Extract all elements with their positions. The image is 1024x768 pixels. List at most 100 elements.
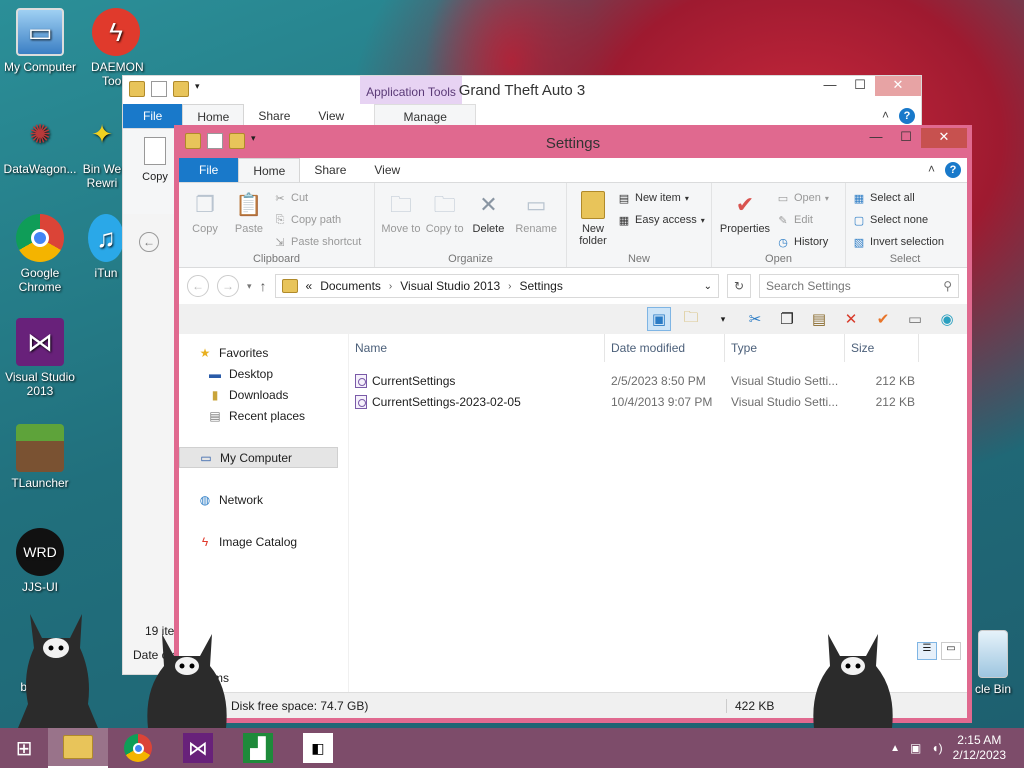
help-icon[interactable]: ?: [899, 108, 915, 124]
column-type[interactable]: Type: [725, 334, 845, 362]
breadcrumb-documents[interactable]: Documents: [320, 279, 381, 293]
title-bar[interactable]: ▾ Application Tools Grand Theft Auto 3 —…: [123, 76, 921, 104]
taskbar-visual-studio[interactable]: ⋈: [168, 728, 228, 768]
network-icon: ◍: [199, 492, 211, 507]
desktop-icon-visual-studio[interactable]: ⋈ Visual Studio 2013: [0, 318, 80, 398]
taskbar-app[interactable]: ◧: [288, 728, 348, 768]
taskbar-chrome[interactable]: [108, 728, 168, 768]
chevron-up-icon[interactable]: ˄: [928, 162, 935, 178]
search-icon: ⚲: [943, 279, 952, 293]
open-button[interactable]: ▭ Open ▾: [776, 189, 829, 207]
chevron-up-icon[interactable]: ˄: [882, 108, 889, 124]
column-name[interactable]: Name: [349, 334, 605, 362]
file-row[interactable]: CurrentSettings-2023-02-05 10/4/2013 9:0…: [349, 391, 967, 412]
search-placeholder: Search Settings: [766, 279, 851, 293]
nav-desktop[interactable]: ▬ Desktop: [179, 363, 348, 384]
group-new: New folder ▤ New item ▾ ▦ Easy access ▾ New: [567, 183, 712, 267]
close-button[interactable]: ✕: [875, 76, 921, 96]
help-icon[interactable]: ?: [945, 162, 961, 178]
nav-my-computer[interactable]: ▭ My Computer: [179, 447, 338, 468]
file-row[interactable]: CurrentSettings 2/5/2023 8:50 PM Visual …: [349, 370, 967, 391]
chevron-down-icon[interactable]: ⌄: [704, 281, 712, 292]
folder-options-icon[interactable]: 🗀: [679, 307, 703, 331]
desktop-icon-label: cle Bin: [974, 682, 1012, 696]
chevron-right-icon[interactable]: ›: [508, 281, 511, 292]
copy-path-button[interactable]: ⎘ Copy path: [273, 211, 361, 229]
tab-view[interactable]: View: [360, 158, 414, 182]
address-bar[interactable]: « Documents › Visual Studio 2013 › Setti…: [274, 274, 719, 298]
start-button[interactable]: ⊞: [0, 728, 48, 768]
select-none-button[interactable]: ▢ Select none: [852, 211, 944, 229]
paste-icon[interactable]: ▤: [807, 307, 831, 331]
forward-button[interactable]: →: [217, 275, 239, 297]
tray-overflow-icon[interactable]: ▲: [890, 743, 900, 754]
nav-favorites[interactable]: ★ Favorites: [179, 342, 348, 363]
shell-icon[interactable]: ◉: [935, 307, 959, 331]
rename-icon[interactable]: ▭: [903, 307, 927, 331]
column-date-modified[interactable]: Date modified: [605, 334, 725, 362]
copy-icon[interactable]: ❐: [775, 307, 799, 331]
tab-file[interactable]: File: [179, 158, 239, 182]
back-button[interactable]: ←: [139, 232, 159, 252]
preview-pane-icon[interactable]: ▣: [647, 307, 671, 331]
cut-icon[interactable]: ✂: [743, 307, 767, 331]
details-view-icon[interactable]: ☰: [917, 642, 937, 660]
nav-downloads[interactable]: ▮ Downloads: [179, 384, 348, 405]
search-input[interactable]: Search Settings ⚲: [759, 274, 959, 298]
refresh-button[interactable]: ↻: [727, 274, 751, 298]
back-copy-button[interactable]: Copy: [135, 137, 175, 183]
recent-locations-icon[interactable]: ▾: [247, 281, 252, 292]
properties-check-icon[interactable]: ✔: [871, 307, 895, 331]
tab-share[interactable]: Share: [300, 158, 360, 182]
computer-icon: ▭: [16, 8, 64, 56]
minimize-button[interactable]: —: [815, 76, 845, 96]
desktop-icon-jjs-ui[interactable]: WRD JJS-UI: [0, 528, 80, 594]
large-icons-view-icon[interactable]: ▭: [941, 642, 961, 660]
back-button[interactable]: ←: [187, 275, 209, 297]
paste-shortcut-button[interactable]: ⇲ Paste shortcut: [273, 233, 361, 251]
easy-access-button[interactable]: ▦ Easy access ▾: [617, 211, 705, 229]
folder-icon: [281, 279, 298, 293]
select-all-button[interactable]: ▦ Select all: [852, 189, 944, 207]
taskbar-file-explorer[interactable]: [48, 728, 108, 768]
nav-network[interactable]: ◍ Network: [179, 489, 348, 510]
breadcrumb-settings[interactable]: Settings: [519, 279, 562, 293]
paste-shortcut-icon: ⇲: [275, 236, 285, 249]
up-button[interactable]: ↑: [260, 278, 267, 294]
desktop-icon-google-chrome[interactable]: Google Chrome: [0, 214, 80, 294]
taskbar-stock-app[interactable]: ▟: [228, 728, 288, 768]
address-overflow[interactable]: «: [306, 279, 313, 293]
nav-image-catalog[interactable]: ϟ Image Catalog: [179, 531, 348, 552]
chevron-right-icon[interactable]: ›: [389, 281, 392, 292]
minimize-button[interactable]: —: [861, 128, 891, 148]
clock[interactable]: 2:15 AM 2/12/2023: [953, 733, 1006, 763]
desktop-icon-label: Bin We Rewri: [82, 162, 122, 190]
tab-home[interactable]: Home: [238, 158, 301, 182]
desktop-icon-itunes[interactable]: ♫ iTun: [88, 214, 124, 280]
desktop-icon-tlauncher[interactable]: TLauncher: [0, 424, 80, 490]
clock-time: 2:15 AM: [957, 733, 1002, 747]
breadcrumb-visual-studio[interactable]: Visual Studio 2013: [400, 279, 500, 293]
history-button[interactable]: ◷ History: [776, 233, 829, 251]
new-item-button[interactable]: ▤ New item ▾: [617, 189, 705, 207]
recent-places-icon: ▤: [209, 408, 221, 423]
edit-button[interactable]: ✎ Edit: [776, 211, 829, 229]
close-button[interactable]: ✕: [921, 128, 967, 148]
nav-recent-places[interactable]: ▤ Recent places: [179, 405, 348, 426]
desktop-icon-bin-weevils[interactable]: ✦ Bin We Rewri: [80, 110, 124, 190]
title-bar[interactable]: ▾ Settings — ☐ ✕: [179, 128, 967, 158]
desktop-icon-my-computer[interactable]: ▭ My Computer: [0, 8, 80, 74]
group-label: Organize: [448, 253, 493, 265]
column-size[interactable]: Size: [845, 334, 919, 362]
cut-button[interactable]: ✂ Cut: [273, 189, 361, 207]
maximize-button[interactable]: ☐: [891, 128, 921, 148]
desktop-icon-datawagon[interactable]: ✺ DataWagon...: [0, 110, 80, 176]
chevron-down-icon[interactable]: ▾: [711, 307, 735, 331]
ribbon: ❐ Copy 📋 Paste ✂ Cut ⎘ Copy path ⇲ Paste sh…: [179, 182, 967, 268]
invert-selection-button[interactable]: ▧ Invert selection: [852, 233, 944, 251]
volume-icon[interactable]: ◖): [931, 741, 942, 755]
delete-icon[interactable]: ✕: [839, 307, 863, 331]
chevron-down-icon: ▾: [684, 193, 689, 203]
network-icon[interactable]: ▣: [910, 741, 921, 755]
maximize-button[interactable]: ☐: [845, 76, 875, 96]
